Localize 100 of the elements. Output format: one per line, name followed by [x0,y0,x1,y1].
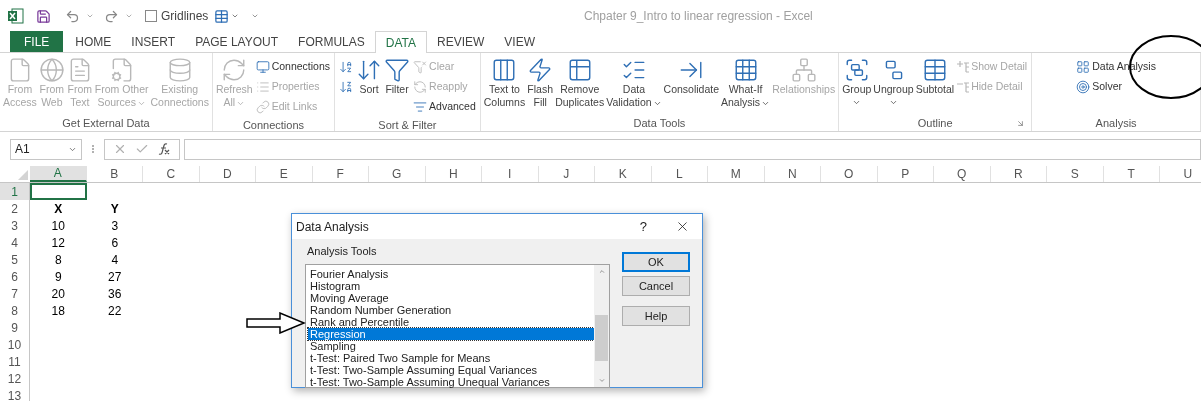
list-item[interactable]: Fourier Analysis [308,267,594,280]
row-header[interactable]: 10 [0,336,30,353]
column-header[interactable]: H [425,166,482,182]
ribbon-button[interactable]: Flash Fill [526,55,555,109]
table-icon[interactable] [214,8,230,24]
ribbon-tab[interactable]: VIEW [494,31,545,52]
name-box[interactable]: A1 [10,138,82,160]
ribbon-button[interactable]: Filter [383,55,412,96]
ribbon-button[interactable]: Consolidate [662,55,720,96]
row-header[interactable]: 1 [0,183,30,200]
column-header[interactable]: D [199,166,256,182]
column-header[interactable]: O [821,166,878,182]
ribbon-tab[interactable]: REVIEW [427,31,495,52]
list-item[interactable]: Regression [308,327,594,340]
cell[interactable]: 27 [86,268,143,285]
dialog-button[interactable]: Help [622,306,690,326]
ribbon-button[interactable]: Connections [255,57,331,77]
column-header[interactable]: E [256,166,313,182]
cell[interactable]: Y [86,200,143,217]
list-item[interactable]: Moving Average [308,291,594,304]
dialog-button[interactable]: Cancel [622,276,690,296]
ribbon-button[interactable]: Advanced [413,97,476,117]
analysis-tools-list[interactable] [305,263,610,388]
cell[interactable]: 12 [30,234,87,251]
caret-icon[interactable] [231,12,240,20]
check-icon[interactable] [135,142,149,156]
column-header[interactable]: G [369,166,426,182]
ribbon-button[interactable]: Solver [1076,77,1156,97]
save-icon[interactable] [36,8,51,24]
ribbon-button[interactable]: Group [841,55,873,107]
cell[interactable] [30,183,87,200]
ribbon-tab[interactable]: DATA [374,31,427,53]
list-item[interactable]: Rank and Percentile [308,315,594,328]
list-item[interactable]: t-Test: Paired Two Sample for Means [308,351,594,364]
column-header[interactable]: F [312,166,369,182]
row-header[interactable]: 12 [0,370,30,387]
ribbon-button[interactable]: Ungroup [872,55,915,107]
cell[interactable]: X [30,200,87,217]
column-header[interactable]: I [482,166,539,182]
column-header[interactable]: A [30,166,87,182]
row-header[interactable]: 3 [0,217,30,234]
ribbon-button[interactable]: Text to Columns [482,55,527,109]
list-item[interactable]: Random Number Generation [308,303,594,316]
cell[interactable]: 8 [30,251,87,268]
column-header[interactable]: N [764,166,821,182]
close-icon[interactable] [675,219,690,234]
scrollbar[interactable] [594,264,609,387]
dialog-launcher-icon[interactable] [1016,119,1026,128]
customize-caret-icon[interactable] [251,12,260,20]
ribbon-button[interactable]: Subtotal [914,55,956,96]
column-header[interactable]: L [651,166,708,182]
ribbon-tab[interactable]: PAGE LAYOUT [185,31,289,52]
column-header[interactable]: S [1047,166,1104,182]
ribbon-tab[interactable]: HOME [65,31,122,52]
dialog-button[interactable]: OK [622,252,690,272]
row-header[interactable]: 4 [0,234,30,251]
cell[interactable]: 36 [86,285,143,302]
row-header[interactable]: 6 [0,268,30,285]
cell[interactable]: 6 [86,234,143,251]
column-header[interactable]: M [708,166,765,182]
spreadsheet-logo-icon[interactable] [8,8,24,24]
cell[interactable]: 20 [30,285,87,302]
ribbon-button[interactable]: What-If Analysis [720,55,772,109]
ribbon-tab[interactable]: INSERT [121,31,186,52]
cell[interactable]: 10 [30,217,87,234]
list-item[interactable]: t-Test: Two-Sample Assuming Equal Variances [308,363,594,376]
row-header[interactable]: 2 [0,200,30,217]
list-item[interactable]: Histogram [308,279,594,292]
column-header[interactable]: P [877,166,934,182]
caret-icon[interactable] [86,12,94,20]
column-header[interactable]: U [1160,166,1201,182]
cell[interactable]: 4 [86,251,143,268]
ribbon-button[interactable]: Data Validation [605,55,663,109]
column-header[interactable]: C [143,166,200,182]
caret-icon[interactable] [125,12,133,20]
cell[interactable]: 22 [86,302,143,319]
scroll-thumb[interactable] [595,314,608,361]
list-item[interactable]: t-Test: Two-Sample Assuming Unequal Variances [308,375,594,388]
cell[interactable]: 9 [30,268,87,285]
cell[interactable]: 18 [30,302,87,319]
row-header[interactable]: 13 [0,387,30,401]
row-header[interactable]: 7 [0,285,30,302]
column-header[interactable]: R [990,166,1047,182]
ribbon-tab[interactable]: FORMULAS [288,31,375,52]
cell[interactable]: 3 [86,217,143,234]
formula-input[interactable] [184,138,1201,160]
file-tab[interactable]: FILE [10,31,64,52]
ribbon-button[interactable]: Remove Duplicates [554,55,606,109]
undo-icon[interactable] [65,8,80,24]
gridlines-checkbox[interactable] [145,10,157,22]
row-header[interactable]: 8 [0,302,30,319]
column-header[interactable]: T [1103,166,1160,182]
ribbon-button[interactable]: Sort [355,55,384,96]
function-icon[interactable] [157,142,171,156]
column-header[interactable]: Q [934,166,991,182]
list-item[interactable]: Sampling [308,339,594,352]
row-header[interactable]: 11 [0,353,30,370]
column-header[interactable]: B [86,166,143,182]
help-button[interactable]: ? [639,216,647,237]
cancel-icon[interactable] [113,142,127,156]
